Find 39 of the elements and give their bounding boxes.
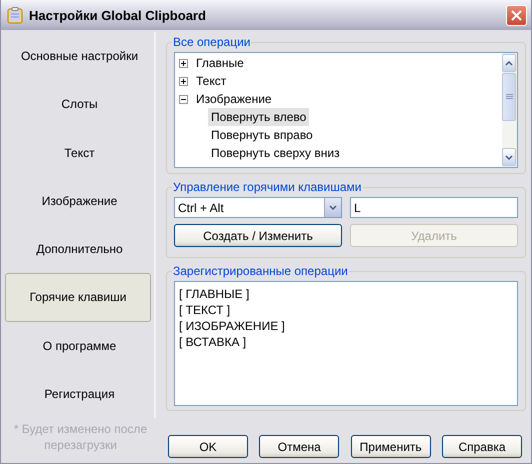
sidebar-item[interactable]: Текст (5, 130, 154, 176)
key-field[interactable]: L (350, 197, 518, 218)
sidebar-item[interactable]: Горячие клавиши (5, 273, 151, 322)
caret-icon (329, 205, 337, 210)
close-button[interactable] (506, 4, 527, 26)
scrollbar[interactable] (502, 53, 517, 167)
sidebar-item[interactable]: Основные настройки (5, 33, 154, 80)
sidebar-item[interactable]: Дополнительно (5, 226, 154, 272)
close-icon (511, 10, 522, 20)
help-button[interactable]: Справка (442, 435, 522, 458)
restart-note: * Будет изменено после перезагрузки (12, 421, 148, 453)
expand-icon[interactable] (179, 76, 188, 86)
sidebar-item[interactable]: Слоты (5, 81, 154, 128)
sidebar-item[interactable]: Изображение (5, 178, 154, 224)
list-item[interactable]: [ ТЕКСТ ] (179, 302, 513, 318)
grip-icon (506, 94, 512, 100)
modifier-dropdown[interactable]: Ctrl + Alt (174, 197, 342, 218)
tree-item[interactable]: Изображение (193, 90, 275, 108)
group-title: Управление горячими клавишами (172, 180, 363, 194)
tree-item[interactable]: Повернуть сверху вниз (208, 144, 343, 162)
tree-item[interactable]: Повернуть вправо (208, 126, 316, 144)
sidebar-item[interactable]: Регистрация (5, 370, 154, 417)
cancel-button[interactable]: Отмена (259, 435, 340, 458)
group-title: Все операции (172, 35, 252, 49)
sidebar-item[interactable]: О программе (5, 322, 154, 369)
list-item[interactable]: [ ГЛАВНЫЕ ] (179, 286, 513, 302)
window-title: Настройки Global Clipboard (29, 8, 207, 22)
group-title: Зарегистрированные операции (172, 264, 349, 278)
apply-button[interactable]: Применить (350, 435, 431, 458)
tree-item[interactable]: Повернуть влево (208, 108, 310, 126)
tree-item[interactable]: Главные (193, 54, 247, 72)
collapse-icon[interactable] (179, 94, 188, 104)
ok-button[interactable]: OK (168, 435, 248, 458)
create-edit-button[interactable]: Создать / Изменить (174, 224, 342, 247)
tree-item[interactable]: Текст (193, 72, 230, 90)
list-item[interactable]: [ ИЗОБРАЖЕНИЕ ] (179, 318, 513, 334)
list-item[interactable]: [ ВСТАВКА ] (179, 334, 513, 350)
expand-icon[interactable] (179, 58, 188, 68)
clipboard-icon (7, 6, 23, 24)
